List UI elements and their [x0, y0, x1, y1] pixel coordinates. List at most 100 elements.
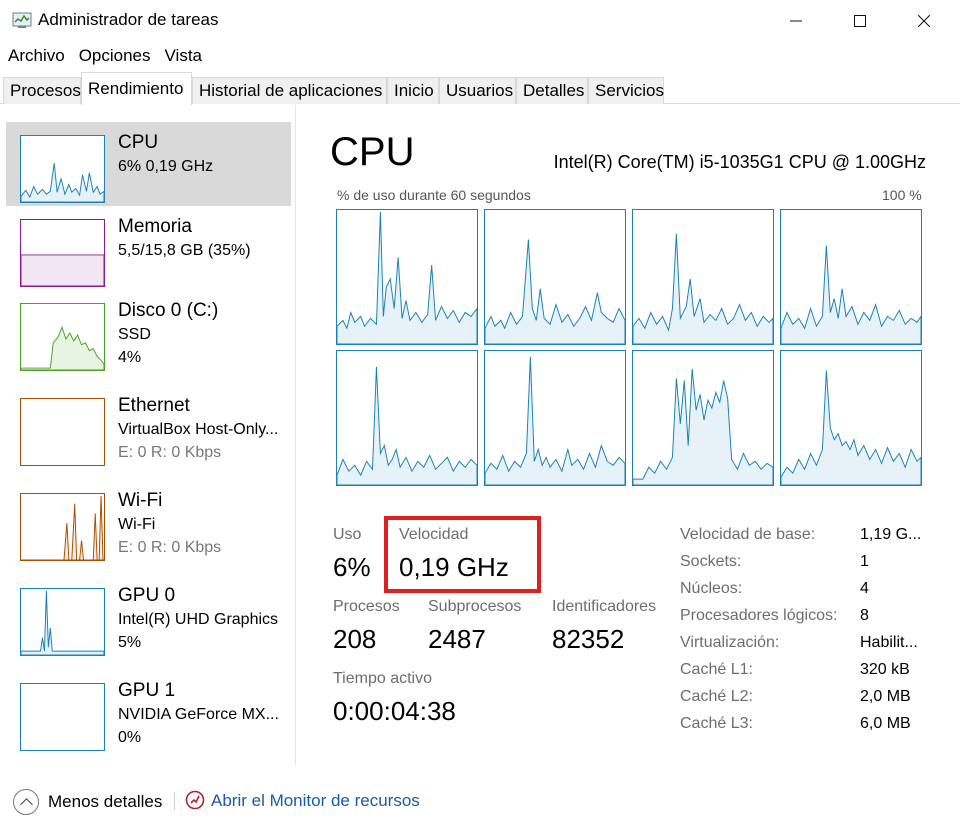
detail-value: 4 — [860, 580, 869, 597]
sidebar-gpu0-title: GPU 0 — [118, 585, 176, 606]
detail-label: Velocidad de base: — [680, 526, 816, 543]
footer: Menos detalles Abrir el Monitor de recur… — [0, 780, 960, 824]
tab-bar: Procesos Rendimiento Historial de aplica… — [0, 72, 960, 105]
graph-caption: % de uso durante 60 segundos — [337, 187, 531, 203]
menu-opciones[interactable]: Opciones — [79, 42, 151, 70]
chevron-up-icon[interactable] — [13, 789, 39, 815]
core-graph-2 — [632, 209, 774, 345]
tiempo-activo-value: 0:00:04:38 — [333, 696, 456, 726]
sidebar-gpu1-title: GPU 1 — [118, 680, 176, 701]
tab-inicio[interactable]: Inicio — [387, 77, 439, 104]
ethernet-thumbnail — [20, 398, 105, 466]
page-title: CPU — [330, 130, 415, 174]
detail-value: Habilit... — [860, 634, 918, 651]
tab-historial[interactable]: Historial de aplicaciones — [192, 77, 387, 104]
close-icon — [918, 15, 930, 27]
title-bar: Administrador de tareas — [0, 0, 960, 42]
close-button[interactable] — [901, 0, 947, 42]
sidebar-cpu-usage: 6% 0,19 GHz — [118, 158, 214, 175]
sidebar-item-cpu[interactable]: CPU 6% 0,19 GHz — [6, 122, 291, 206]
sidebar-gpu0-usage: 5% — [118, 634, 142, 651]
sidebar-wifi-throughput: E: 0 R: 0 Kbps — [118, 539, 222, 556]
velocidad-highlight — [384, 516, 541, 593]
subprocesos-label: Subprocesos — [428, 598, 522, 615]
core-graph-0 — [336, 209, 478, 345]
detail-value: 2,0 MB — [860, 688, 911, 705]
detail-label: Virtualización: — [680, 634, 780, 651]
graph-max-label: 100 % — [882, 187, 922, 203]
detail-label: Caché L3: — [680, 715, 753, 732]
tab-servicios[interactable]: Servicios — [588, 77, 664, 104]
uso-label: Uso — [333, 526, 362, 543]
minimize-button[interactable] — [773, 0, 819, 42]
wifi-thumbnail — [20, 493, 105, 561]
footer-divider — [174, 792, 175, 810]
detail-value: 1,19 G... — [860, 526, 922, 543]
gpu0-thumbnail — [20, 588, 105, 656]
gpu1-thumbnail — [20, 683, 105, 751]
identificadores-label: Identificadores — [552, 598, 657, 615]
resource-monitor-link[interactable]: Abrir el Monitor de recursos — [211, 791, 420, 811]
menu-bar: Archivo Opciones Vista — [0, 42, 960, 70]
cpu-thumbnail — [20, 135, 105, 203]
sidebar-gpu0-model: Intel(R) UHD Graphics — [118, 611, 279, 628]
sidebar-item-gpu1[interactable]: GPU 1 NVIDIA GeForce MX... 0% — [6, 670, 291, 754]
less-details-button[interactable]: Menos detalles — [48, 792, 162, 812]
sidebar-wifi-adapter: Wi-Fi — [118, 516, 156, 533]
detail-label: Sockets: — [680, 553, 742, 570]
maximize-icon — [854, 15, 866, 27]
tab-detalles[interactable]: Detalles — [516, 77, 588, 104]
sidebar-item-gpu0[interactable]: GPU 0 Intel(R) UHD Graphics 5% — [6, 575, 291, 659]
sidebar-ethernet-title: Ethernet — [118, 395, 190, 416]
sidebar-cpu-title: CPU — [118, 132, 159, 153]
detail-label: Caché L1: — [680, 661, 753, 678]
menu-archivo[interactable]: Archivo — [8, 42, 65, 70]
resource-monitor-icon — [185, 790, 205, 810]
subprocesos-value: 2487 — [428, 624, 486, 654]
detail-value: 1 — [860, 553, 869, 570]
sidebar-ethernet-adapter: VirtualBox Host-Only... — [118, 421, 279, 438]
task-manager-icon — [12, 12, 32, 28]
sidebar-memoria-usage: 5,5/15,8 GB (35%) — [118, 242, 251, 259]
sidebar-ethernet-throughput: E: 0 R: 0 Kbps — [118, 444, 222, 461]
maximize-button[interactable] — [837, 0, 883, 42]
core-graph-4 — [336, 350, 478, 486]
disk-thumbnail — [20, 303, 105, 371]
core-graph-1 — [484, 209, 626, 345]
sidebar-item-wifi[interactable]: Wi-Fi Wi-Fi E: 0 R: 0 Kbps — [6, 480, 291, 564]
resource-sidebar: CPU 6% 0,19 GHz Memoria 5,5/15,8 GB (35%… — [0, 105, 296, 765]
sidebar-item-memoria[interactable]: Memoria 5,5/15,8 GB (35%) — [6, 206, 291, 290]
detail-label: Caché L2: — [680, 688, 753, 705]
core-graph-7 — [780, 350, 922, 486]
sidebar-gpu1-usage: 0% — [118, 729, 142, 746]
sidebar-wifi-title: Wi-Fi — [118, 490, 163, 511]
minimize-icon — [790, 20, 802, 22]
window-title: Administrador de tareas — [38, 10, 219, 29]
cpu-model: Intel(R) Core(TM) i5-1035G1 CPU @ 1.00GH… — [553, 152, 926, 172]
identificadores-value: 82352 — [552, 624, 625, 654]
uso-value: 6% — [333, 552, 371, 582]
tab-rendimiento[interactable]: Rendimiento — [81, 72, 192, 105]
sidebar-disco-title: Disco 0 (C:) — [118, 300, 219, 321]
sidebar-disco-usage: 4% — [118, 349, 142, 366]
detail-value: 6,0 MB — [860, 715, 911, 732]
tiempo-activo-label: Tiempo activo — [333, 670, 432, 687]
procesos-label: Procesos — [333, 598, 400, 615]
sidebar-gpu1-model: NVIDIA GeForce MX... — [118, 706, 279, 723]
menu-vista[interactable]: Vista — [165, 42, 203, 70]
sidebar-memoria-title: Memoria — [118, 216, 192, 237]
tab-usuarios[interactable]: Usuarios — [439, 77, 516, 104]
sidebar-item-disco[interactable]: Disco 0 (C:) SSD 4% — [6, 290, 291, 374]
detail-value: 320 kB — [860, 661, 910, 678]
detail-label: Procesadores lógicos: — [680, 607, 838, 624]
procesos-value: 208 — [333, 624, 377, 654]
detail-value: 8 — [860, 607, 869, 624]
detail-label: Núcleos: — [680, 580, 743, 597]
sidebar-disco-type: SSD — [118, 326, 151, 343]
sidebar-item-ethernet[interactable]: Ethernet VirtualBox Host-Only... E: 0 R:… — [6, 385, 291, 469]
memory-thumbnail — [20, 219, 105, 287]
tab-procesos[interactable]: Procesos — [3, 77, 81, 104]
core-graph-6 — [632, 350, 774, 486]
core-graph-3 — [780, 209, 922, 345]
core-graph-5 — [484, 350, 626, 486]
